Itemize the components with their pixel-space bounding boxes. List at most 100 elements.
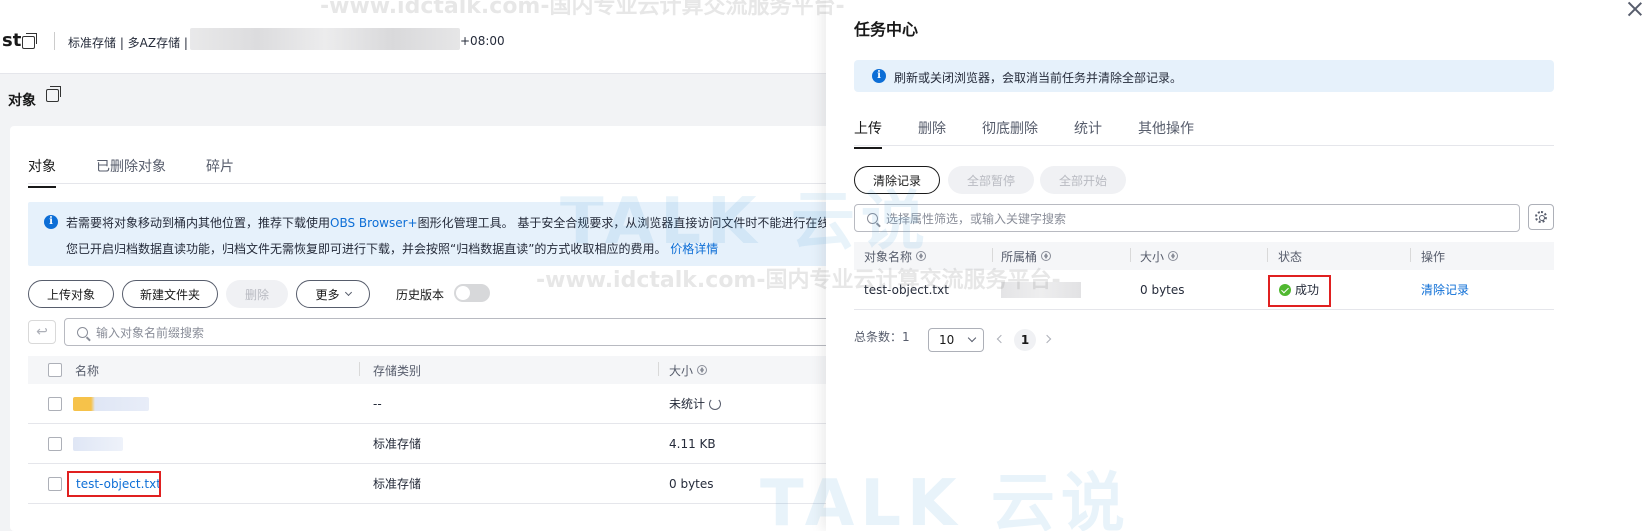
header-bucket[interactable]: 所属桶 (1001, 242, 1052, 270)
table-row[interactable]: test-object.txt 标准存储 0 bytes (28, 464, 880, 504)
clear-record-link[interactable]: 清除记录 (1421, 270, 1469, 309)
row-size: 4.11 KB (669, 436, 716, 451)
price-details-link[interactable]: 价格详情 (670, 242, 718, 256)
divider (28, 183, 880, 184)
search-placeholder: 输入对象名前缀搜索 (96, 325, 205, 340)
total-count: 总条数：1 (854, 330, 910, 344)
notice-banner: i 刷新或关闭浏览器，会取消当前任务并清除全部记录。 (854, 60, 1554, 92)
banner-text-suffix: 图形化管理工具。 基于安全合规要求，从浏览器直接访问文件时不能进行在线预览；若 (417, 216, 878, 230)
new-folder-button[interactable]: 新建文件夹 (122, 280, 218, 308)
header-status: 状态 (1278, 249, 1303, 264)
task-object-name: test-object.txt (864, 282, 949, 297)
redacted-bucket-name (1001, 281, 1081, 298)
task-bucket (1001, 270, 1081, 309)
prev-page-icon[interactable] (996, 334, 1006, 344)
header-bucket-label: 所属桶 (1001, 249, 1038, 264)
header-object-name[interactable]: 对象名称 (864, 242, 927, 270)
obs-console: st 标准存储 | 多AZ存储 | +08:00 对象 对象 已删除对象 碎片 … (0, 0, 1650, 531)
clear-records-button[interactable]: 清除记录 (854, 166, 940, 194)
divider (854, 145, 1554, 146)
task-center-drawer: 任务中心 i 刷新或关闭浏览器，会取消当前任务并清除全部记录。 上传 删除 彻底… (826, 0, 1650, 531)
redacted-folder-name[interactable] (73, 384, 149, 423)
page-number[interactable]: 1 (1014, 329, 1036, 351)
banner-text: 您已开启归档数据直读功能，归档文件无需恢复即可进行下载，并会按照“归档数据直读”… (66, 240, 718, 257)
info-icon: i (44, 215, 58, 229)
row-storage-class: 标准存储 (373, 477, 422, 491)
info-icon: i (872, 69, 886, 83)
pause-all-button[interactable]: 全部暂停 (948, 166, 1034, 194)
history-versions-label: 历史版本 (396, 288, 445, 302)
page-size-value: 10 (939, 333, 955, 347)
highlight-box (1268, 275, 1331, 307)
task-table-header: 对象名称 所属桶 大小 状态 操作 (854, 242, 1554, 270)
more-label: 更多 (315, 287, 340, 302)
page-size-select[interactable]: 10 (928, 328, 984, 352)
search-placeholder: 选择属性筛选，或输入关键字搜索 (886, 211, 1067, 226)
redacted-file-name[interactable] (73, 424, 123, 463)
bucket-timezone: +08:00 (460, 34, 505, 48)
row-checkbox[interactable] (48, 477, 62, 491)
chevron-down-icon (344, 288, 352, 297)
header-name: 名称 (75, 363, 100, 378)
history-versions-toggle[interactable] (454, 284, 490, 302)
divider (359, 362, 360, 376)
sort-icon[interactable] (1168, 251, 1179, 261)
header-size[interactable]: 大小 (1140, 242, 1179, 270)
refresh-icon[interactable] (709, 397, 722, 410)
obs-browser-link[interactable]: OBS Browser+ (330, 216, 418, 230)
more-button[interactable]: 更多 (296, 280, 370, 308)
object-search-input[interactable]: 输入对象名前缀搜索 (64, 318, 880, 346)
divider (1410, 248, 1411, 262)
header-size[interactable]: 大小 (669, 356, 708, 384)
search-icon (867, 212, 878, 224)
bucket-name: st (2, 30, 22, 51)
gear-icon (1535, 211, 1547, 223)
next-page-icon[interactable] (1042, 334, 1052, 344)
table-row[interactable]: 标准存储 4.11 KB (28, 424, 880, 464)
sort-icon[interactable] (697, 365, 708, 375)
info-banner: i 若需要将对象移动到桶内其他位置，推荐下载使用OBS Browser+图形化管… (28, 202, 880, 266)
header-action: 操作 (1421, 249, 1446, 264)
section-title: 对象 (8, 93, 36, 109)
drawer-title: 任务中心 (854, 20, 919, 39)
upload-object-button[interactable]: 上传对象 (28, 280, 114, 308)
redacted-info (190, 28, 460, 50)
row-checkbox[interactable] (48, 397, 62, 411)
file-name-placeholder (73, 436, 123, 451)
close-icon[interactable] (1626, 0, 1644, 18)
folder-icon (73, 396, 149, 411)
banner-text-line2: 您已开启归档数据直读功能，归档文件无需恢复即可进行下载，并会按照“归档数据直读”… (66, 242, 667, 256)
search-icon (77, 326, 88, 338)
bucket-header: st 标准存储 | 多AZ存储 | +08:00 (0, 0, 880, 74)
row-checkbox[interactable] (48, 437, 62, 451)
sort-icon[interactable] (1041, 251, 1052, 261)
sort-icon[interactable] (916, 251, 927, 261)
divider (1130, 248, 1131, 262)
objects-table-header: 名称 存储类别 大小 (28, 356, 880, 384)
copy-icon[interactable] (46, 86, 61, 102)
row-size: 0 bytes (669, 476, 714, 491)
header-size-label: 大小 (669, 363, 694, 378)
row-storage-class: -- (373, 396, 382, 411)
notice-text: 刷新或关闭浏览器，会取消当前任务并清除全部记录。 (894, 71, 1183, 85)
table-row[interactable]: -- 未统计 (28, 384, 880, 424)
task-row[interactable]: test-object.txt 0 bytes 成功 清除记录 (854, 270, 1554, 310)
start-all-button[interactable]: 全部开始 (1040, 166, 1126, 194)
copy-icon[interactable] (22, 33, 37, 49)
task-search-input[interactable]: 选择属性筛选，或输入关键字搜索 (854, 204, 1520, 232)
task-size: 0 bytes (1140, 282, 1185, 297)
delete-button[interactable]: 删除 (226, 280, 288, 308)
row-size-label: 未统计 (669, 397, 706, 411)
banner-text-prefix: 若需要将对象移动到桶内其他位置，推荐下载使用 (66, 216, 331, 230)
divider (1267, 248, 1268, 262)
row-storage-class: 标准存储 (373, 437, 422, 451)
objects-card: 对象 已删除对象 碎片 i 若需要将对象移动到桶内其他位置，推荐下载使用OBS … (10, 126, 880, 531)
highlight-box (67, 471, 161, 497)
header-storage-class: 存储类别 (373, 363, 422, 378)
select-all-checkbox[interactable] (48, 363, 62, 377)
bucket-meta: 标准存储 | 多AZ存储 | (68, 36, 188, 50)
header-object-name-label: 对象名称 (864, 249, 913, 264)
back-icon[interactable]: ↩ (28, 320, 56, 344)
settings-button[interactable] (1528, 204, 1554, 230)
header-size-label: 大小 (1140, 249, 1165, 264)
